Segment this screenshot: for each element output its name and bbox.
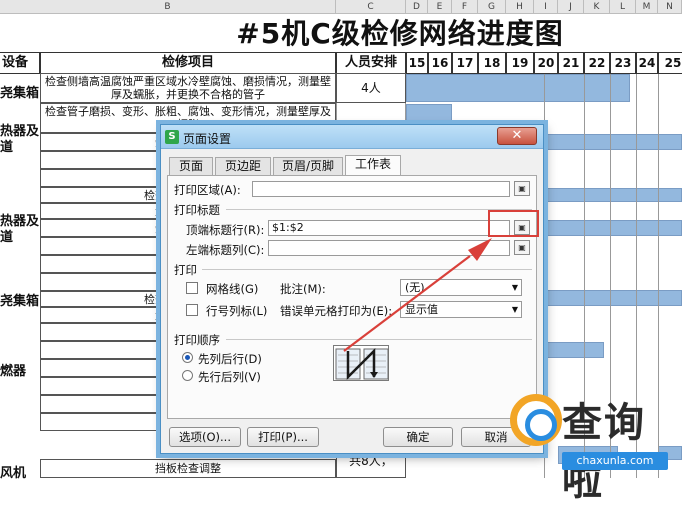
watermark-brand: 查询啦 <box>562 400 646 504</box>
magnifier-logo-icon <box>510 394 562 446</box>
watermark-domain: chaxunla.com <box>562 452 668 470</box>
site-watermark: 查询啦 chaxunla.com <box>500 388 682 504</box>
